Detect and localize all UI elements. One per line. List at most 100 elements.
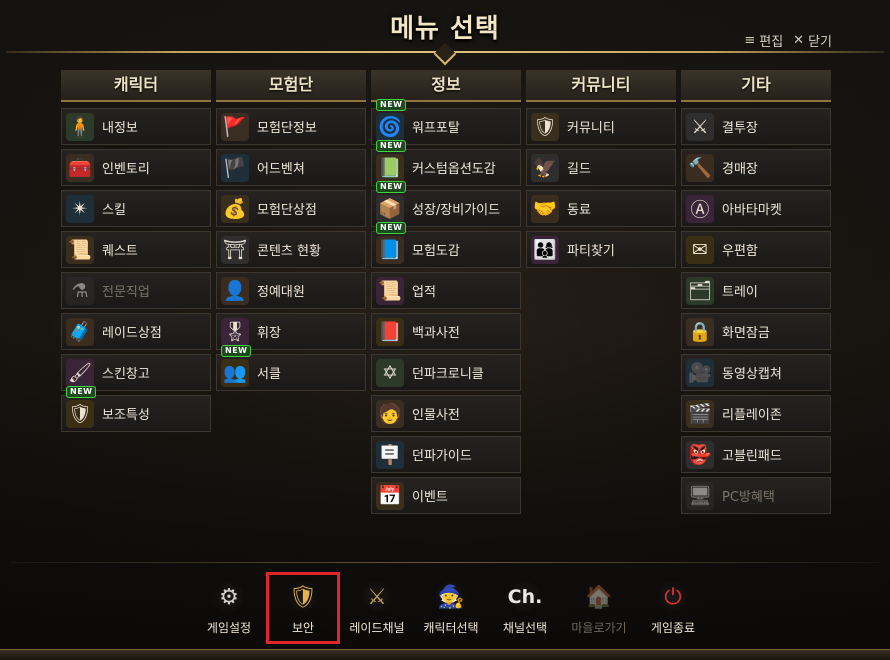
menu-item-label: 파티찾기	[567, 244, 615, 259]
menu-item-label: 모험단정보	[257, 121, 317, 136]
profile-icon: 🧍	[66, 112, 94, 141]
menu-item[interactable]: 💰 모험단상점	[216, 190, 366, 227]
menu-item[interactable]: ✉ 우편함	[681, 231, 831, 268]
quest-scroll-icon: 📜	[66, 235, 94, 264]
skin-brush-icon: 🖌	[66, 358, 94, 387]
menu-item[interactable]: ⚔ 결투장	[681, 108, 831, 145]
new-badge: NEW	[221, 345, 252, 357]
home-icon: 🏠	[582, 580, 616, 614]
gear-icon: ⚙	[212, 580, 246, 614]
menu-item[interactable]: 🚩 모험단정보	[216, 108, 366, 145]
handshake-icon: 🤝	[531, 194, 559, 223]
bottom-divider	[10, 562, 880, 563]
menu-item[interactable]: 👥 서클 NEW	[216, 345, 366, 391]
header-tools: ≡ 편집 ✕ 닫기	[744, 31, 832, 50]
tray-icon: 🗂	[686, 276, 714, 305]
menu-item-label: 내정보	[102, 121, 138, 136]
menu-item[interactable]: 🏴 어드벤쳐	[216, 149, 366, 186]
menu-item-label: 경매장	[722, 162, 758, 177]
adventure-flag-icon: 🏴	[221, 153, 249, 182]
menu-item-label: 리플레이존	[722, 408, 782, 423]
menu-item-label: 모험단상점	[257, 203, 317, 218]
menu-item[interactable]: 📜 퀘스트	[61, 231, 211, 268]
menu-item[interactable]: 🛡 보조특성 NEW	[61, 386, 211, 432]
guild-eagle-icon: 🦅	[531, 153, 559, 182]
toolbar-button-label: 채널선택	[502, 621, 548, 635]
menu-item[interactable]: 🪧 던파가이드	[371, 436, 521, 473]
menu-item-label: 아바타마켓	[722, 203, 782, 218]
edit-label: 편집	[759, 35, 784, 50]
menu-item[interactable]: Ⓐ 아바타마켓	[681, 190, 831, 227]
menu-item[interactable]: 🔨 경매장	[681, 149, 831, 186]
achievement-scroll-icon: 📜	[376, 276, 404, 305]
growth-guide-icon: 📦	[376, 194, 404, 223]
menu-item[interactable]: 📜 업적	[371, 272, 521, 309]
close-icon: ✕	[793, 33, 805, 48]
power-icon: ⏻	[656, 580, 690, 614]
menu-item-label: 고블린패드	[722, 449, 782, 464]
toolbar-button[interactable]: ⚙ 게임설정	[194, 574, 264, 642]
menu-item[interactable]: 👺 고블린패드	[681, 436, 831, 473]
sub-trait-shield-icon: 🛡	[66, 399, 94, 428]
toolbar-button[interactable]: ⏻ 게임종료	[638, 574, 708, 642]
toolbar-button[interactable]: Ch. 채널선택	[490, 574, 560, 642]
toolbar-button[interactable]: 🧙 캐릭터선택	[416, 574, 486, 642]
menu-item-label: 보조특성	[102, 408, 150, 423]
warp-portal-icon: 🌀	[376, 112, 404, 141]
menu-item-label: 커스텀옵션도감	[412, 162, 496, 177]
column-character: 캐릭터 🧍 내정보 🧰 인벤토리 ✴ 스킬 📜 퀘스트 ⚗ 전문직업 🧳 레이드상점 🖌 스킨창고 🛡 보조특…	[61, 70, 211, 436]
column-header: 캐릭터	[61, 70, 211, 102]
menu-item[interactable]: 🎬 리플레이존	[681, 395, 831, 432]
toolbar-button: 🏠 마을로가기	[564, 574, 634, 642]
menu-item[interactable]: 🧰 인벤토리	[61, 149, 211, 186]
new-badge: NEW	[66, 386, 97, 398]
menu-item[interactable]: 👨‍👩‍👦 파티찾기	[526, 231, 676, 268]
menu-item-label: 퀘스트	[102, 244, 138, 259]
menu-item-label: 콘텐츠 현황	[257, 244, 321, 259]
close-button[interactable]: ✕ 닫기	[793, 31, 832, 50]
menu-item[interactable]: 👤 정예대원	[216, 272, 366, 309]
menu-item[interactable]: 📕 백과사전	[371, 313, 521, 350]
pc-monitor-icon: 🖥	[686, 481, 714, 510]
menu-item[interactable]: 📅 이벤트	[371, 477, 521, 514]
menu-item[interactable]: 🧑 인물사전	[371, 395, 521, 432]
toolbar-button[interactable]: 🛡 보안	[266, 572, 340, 644]
menu-item-label: 스킨창고	[102, 367, 150, 382]
character-select-icon: 🧙	[434, 580, 468, 614]
column-community: 커뮤니티 🛡 커뮤니티 🦅 길드 🤝 동료 👨‍👩‍👦 파티찾기	[526, 70, 676, 272]
menu-item[interactable]: 🗂 트레이	[681, 272, 831, 309]
menu-item-label: 휘장	[257, 326, 281, 341]
menu-item[interactable]: ✡ 던파크로니클	[371, 354, 521, 391]
adventure-shop-icon: 💰	[221, 194, 249, 223]
new-badge: NEW	[376, 99, 407, 111]
edit-button[interactable]: ≡ 편집	[744, 31, 783, 50]
emblem-icon: 🎖	[221, 317, 249, 346]
adventure-banner-icon: 🚩	[221, 112, 249, 141]
menu-item: ⚗ 전문직업	[61, 272, 211, 309]
goblin-pad-icon: 👺	[686, 440, 714, 469]
character-dictionary-icon: 🧑	[376, 399, 404, 428]
menu-item-label: 동영상캡쳐	[722, 367, 782, 382]
toolbar-button[interactable]: ⚔ 레이드채널	[342, 574, 412, 642]
crossed-swords-icon: ⚔	[686, 112, 714, 141]
menu-item[interactable]: ✴ 스킬	[61, 190, 211, 227]
profession-flask-icon: ⚗	[66, 276, 94, 305]
encyclopedia-icon: 📕	[376, 317, 404, 346]
menu-item-label: 이벤트	[412, 490, 448, 505]
menu-item[interactable]: 🎥 동영상캡쳐	[681, 354, 831, 391]
replay-clapper-icon: 🎬	[686, 399, 714, 428]
menu-item-label: 던파크로니클	[412, 367, 484, 382]
menu-item[interactable]: 🧍 내정보	[61, 108, 211, 145]
menu-item[interactable]: 🛡 커뮤니티	[526, 108, 676, 145]
custom-option-book-icon: 📗	[376, 153, 404, 182]
menu-item[interactable]: 📘 모험도감 NEW	[371, 222, 521, 268]
menu-item[interactable]: 🔒 화면잠금	[681, 313, 831, 350]
column-header: 모험단	[216, 70, 366, 102]
menu-item[interactable]: 🤝 동료	[526, 190, 676, 227]
menu-item[interactable]: 🧳 레이드상점	[61, 313, 211, 350]
menu-item[interactable]: ⛩ 콘텐츠 현황	[216, 231, 366, 268]
menu-item[interactable]: 🦅 길드	[526, 149, 676, 186]
menu-item-label: 화면잠금	[722, 326, 770, 341]
menu-item-label: 커뮤니티	[567, 121, 615, 136]
menu-item-label: 우편함	[722, 244, 758, 259]
